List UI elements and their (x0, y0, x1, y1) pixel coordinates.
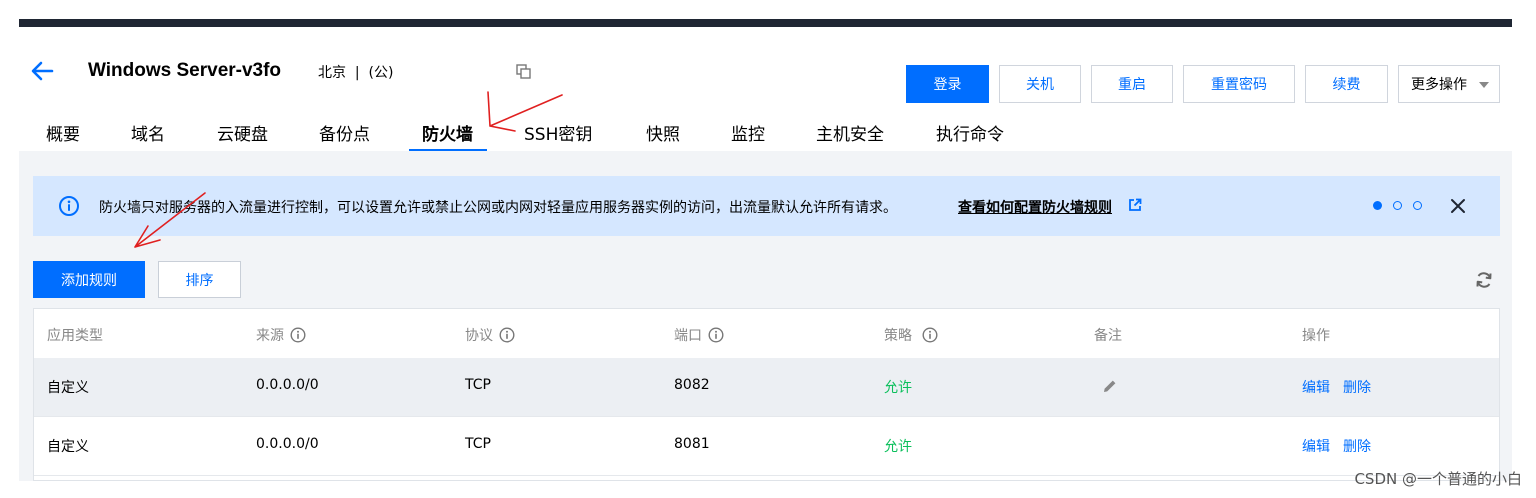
column-header: 端口 (674, 325, 724, 345)
column-header: 来源 (256, 325, 306, 345)
tab-monitor[interactable]: 监控 (731, 120, 765, 145)
column-header: 应用类型 (47, 328, 103, 344)
server-name: Windows Server-v3fo (88, 60, 282, 81)
cell-protocol: TCP (465, 377, 491, 393)
shutdown-button[interactable]: 关机 (999, 65, 1081, 103)
more-actions-button[interactable]: 更多操作 (1398, 65, 1500, 103)
edit-link[interactable]: 编辑 (1302, 377, 1330, 397)
help-icon[interactable] (290, 327, 306, 343)
cell-type: 自定义 (47, 439, 89, 455)
table-row: 自定义 0.0.0.0/0 TCP 8082 允许 编辑 删除 (34, 358, 1499, 417)
cell-type: 自定义 (47, 380, 89, 396)
renew-button[interactable]: 续费 (1305, 65, 1388, 103)
copy-icon[interactable] (516, 64, 531, 79)
tab-host-security[interactable]: 主机安全 (816, 120, 884, 145)
tab-backup[interactable]: 备份点 (319, 120, 370, 145)
reset-password-button[interactable]: 重置密码 (1183, 65, 1295, 103)
cell-source: 0.0.0.0/0 (256, 436, 319, 452)
firewall-rules-table: 应用类型 来源 协议 端口 策略 备注 操作 自定义 0.0.0.0/0 TCP… (33, 308, 1500, 481)
cell-protocol: TCP (465, 436, 491, 452)
more-actions-label: 更多操作 (1411, 77, 1467, 93)
cell-policy: 允许 (884, 380, 912, 396)
help-icon[interactable] (499, 327, 515, 343)
cell-port: 8081 (674, 436, 710, 452)
server-region: 北京 | (公) (318, 65, 394, 81)
tab-cloud-disk[interactable]: 云硬盘 (217, 120, 268, 145)
refresh-icon[interactable] (1474, 270, 1494, 290)
close-icon[interactable] (1450, 198, 1466, 214)
info-icon (59, 196, 79, 216)
tab-ssh-key[interactable]: SSH密钥 (524, 120, 592, 145)
help-icon[interactable] (708, 327, 724, 343)
chevron-down-icon (1479, 82, 1489, 88)
login-button[interactable]: 登录 (906, 65, 989, 103)
back-arrow-icon[interactable] (30, 60, 54, 82)
column-header: 操作 (1302, 328, 1330, 344)
tab-firewall[interactable]: 防火墙 (422, 120, 473, 145)
column-header: 备注 (1094, 328, 1122, 344)
tab-snapshot[interactable]: 快照 (646, 120, 680, 145)
delete-link[interactable]: 删除 (1343, 377, 1371, 397)
carousel-dot-1[interactable] (1373, 201, 1382, 210)
external-link-icon[interactable] (1128, 198, 1142, 212)
tab-run-command[interactable]: 执行命令 (936, 120, 1004, 145)
table-header: 应用类型 来源 协议 端口 策略 备注 操作 (34, 309, 1499, 359)
carousel-dot-2[interactable] (1393, 201, 1402, 210)
column-header: 策略 (884, 325, 938, 345)
table-row: 自定义 0.0.0.0/0 TCP 8081 允许 编辑 删除 (34, 417, 1499, 476)
cell-source: 0.0.0.0/0 (256, 377, 319, 393)
add-rule-button[interactable]: 添加规则 (33, 261, 145, 298)
cell-port: 8082 (674, 377, 710, 393)
top-bar (19, 19, 1512, 27)
firewall-guide-link[interactable]: 查看如何配置防火墙规则 (958, 197, 1112, 217)
edit-remark-icon[interactable] (1102, 378, 1118, 394)
notice-text: 防火墙只对服务器的入流量进行控制，可以设置允许或禁止公网或内网对轻量应用服务器实… (99, 200, 897, 216)
restart-button[interactable]: 重启 (1091, 65, 1173, 103)
cell-policy: 允许 (884, 439, 912, 455)
delete-link[interactable]: 删除 (1343, 436, 1371, 456)
watermark: CSDN @一个普通的小白 (1354, 470, 1522, 488)
tab-domain[interactable]: 域名 (131, 120, 165, 145)
help-icon[interactable] (922, 327, 938, 343)
sort-button[interactable]: 排序 (158, 261, 241, 298)
edit-link[interactable]: 编辑 (1302, 436, 1330, 456)
tab-overview[interactable]: 概要 (46, 120, 80, 145)
carousel-dot-3[interactable] (1413, 201, 1422, 210)
column-header: 协议 (465, 325, 515, 345)
